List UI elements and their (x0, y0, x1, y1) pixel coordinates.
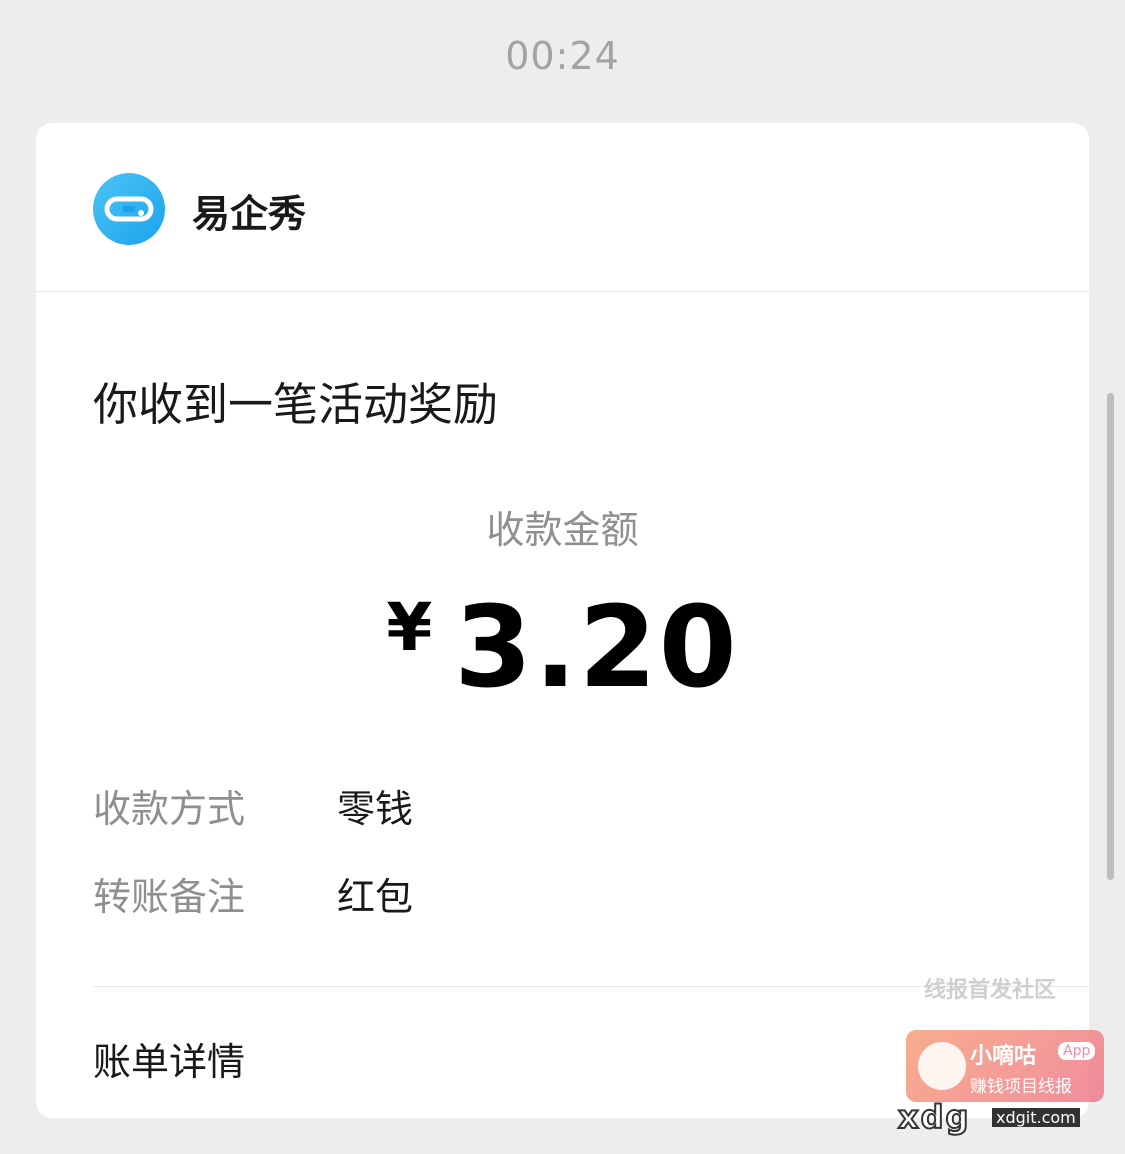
watermark-app-tag: App (1058, 1042, 1096, 1060)
scrollbar[interactable] (1107, 393, 1114, 880)
amount-display: ¥3.20 (36, 583, 1089, 713)
watermark-site-small: xdgit.com (992, 1108, 1080, 1127)
yiqixiu-logo-icon (93, 173, 165, 245)
amount-label: 收款金额 (486, 508, 639, 552)
message-timestamp: 00:24 (505, 34, 620, 78)
watermark-site: xdg xdgit.com (897, 1097, 1080, 1138)
watermark-site-big: xdg (897, 1097, 971, 1137)
watermark-brand: 小嘀咕 (970, 1044, 1037, 1069)
transfer-note-label: 转账备注 (93, 875, 246, 919)
amount-value: 3.20 (454, 583, 739, 713)
transfer-note-value: 红包 (337, 875, 414, 919)
payment-method-label: 收款方式 (93, 787, 246, 831)
payment-notification-card[interactable]: 易企秀 你收到一笔活动奖励 收款金额 ¥3.20 收款方式 零钱 转账备注 红包… (36, 123, 1089, 1118)
watermark-badge: 小嘀咕 App 赚钱项目线报 (906, 1030, 1104, 1102)
notification-headline: 你收到一笔活动奖励 (93, 378, 499, 431)
mascot-icon (918, 1042, 966, 1090)
app-name: 易企秀 (192, 192, 307, 236)
payment-method-value: 零钱 (337, 787, 414, 831)
watermark-top-text: 线报首发社区 (924, 978, 1057, 1003)
watermark-tagline: 赚钱项目线报 (970, 1077, 1072, 1097)
card-header[interactable]: 易企秀 (36, 123, 1089, 292)
currency-symbol: ¥ (386, 589, 433, 666)
bill-detail-link[interactable]: 账单详情 (93, 1031, 245, 1086)
